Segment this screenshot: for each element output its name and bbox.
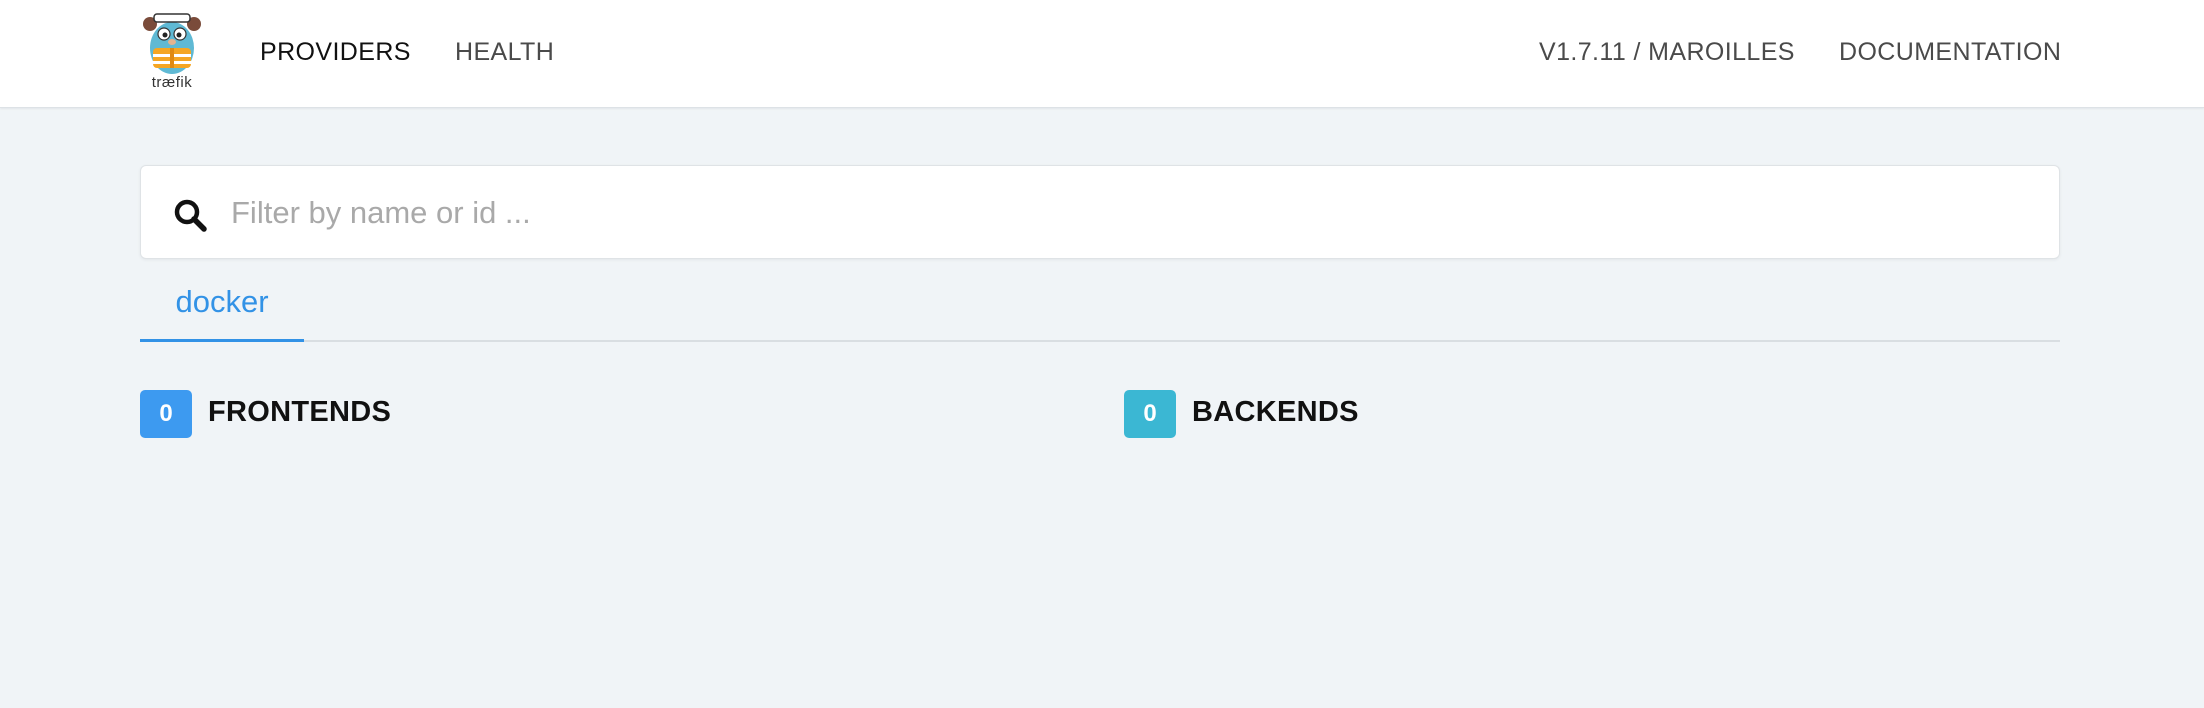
- frontends-title: FRONTENDS: [208, 396, 392, 428]
- traefik-logo[interactable]: træfik: [140, 10, 204, 94]
- gopher-logo-icon: [143, 13, 201, 74]
- nav-item-documentation[interactable]: DOCUMENTATION: [1839, 38, 2061, 67]
- backends-count-badge: 0: [1124, 390, 1176, 438]
- nav-item-version[interactable]: V1.7.11 / MAROILLES: [1539, 38, 1795, 67]
- search-box: [140, 165, 2060, 259]
- search-input[interactable]: [231, 184, 2031, 242]
- frontends-count-badge: 0: [140, 390, 192, 438]
- nav-item-health[interactable]: HEALTH: [455, 38, 554, 67]
- top-navbar: træfik PROVIDERS HEALTH V1.7.11 / MAROIL…: [0, 0, 2204, 108]
- provider-tabs: docker: [140, 280, 2060, 342]
- tab-docker[interactable]: docker: [140, 280, 304, 342]
- search-icon: [174, 199, 207, 232]
- logo-text: træfik: [151, 74, 193, 91]
- nav-item-providers[interactable]: PROVIDERS: [260, 38, 411, 67]
- backends-title: BACKENDS: [1192, 396, 1359, 428]
